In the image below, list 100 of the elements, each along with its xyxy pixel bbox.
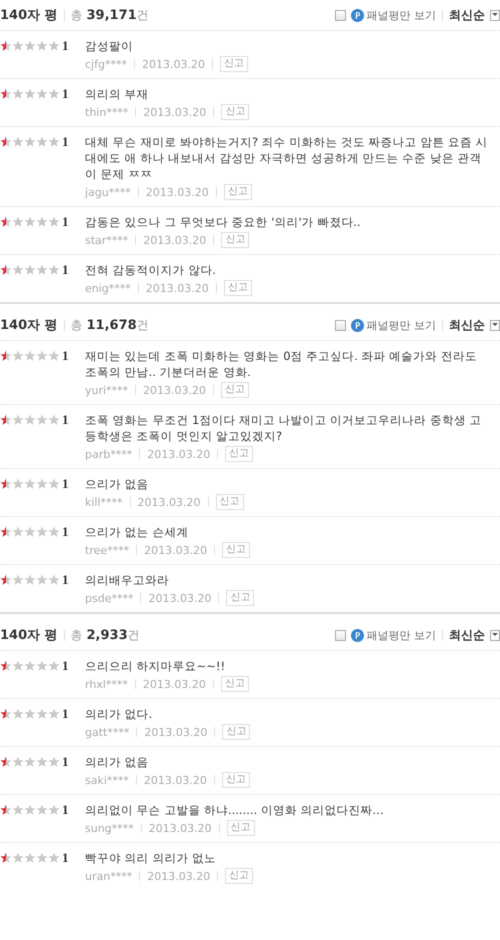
star-icon bbox=[24, 526, 36, 538]
report-button[interactable]: 신고 bbox=[224, 184, 252, 200]
star-icon bbox=[48, 350, 60, 362]
star-icon bbox=[0, 804, 12, 816]
review-date: 2013.03.20 bbox=[146, 184, 209, 200]
username: cjfg**** bbox=[85, 56, 127, 72]
star-icon bbox=[24, 756, 36, 768]
review-text: 대체 무슨 재미로 봐야하는거지? 죄수 미화하는 것도 짜증나고 암튼 요즘 시대에도 애 하나 내보내서 감성만 자극하면 성공하게 만드는 수준 낮은 관객이 문제 ㅉㅉ bbox=[85, 134, 489, 182]
report-button[interactable]: 신고 bbox=[221, 104, 250, 120]
report-button[interactable]: 신고 bbox=[221, 382, 250, 398]
dropdown-icon[interactable] bbox=[490, 630, 500, 640]
star-icon bbox=[0, 756, 12, 768]
username: rhxl**** bbox=[85, 676, 128, 692]
panel-filter-label[interactable]: 패널평만 보기 bbox=[366, 318, 436, 332]
star-icon bbox=[0, 264, 12, 276]
star-icon bbox=[12, 414, 24, 426]
review-text: 재미는 있는데 조폭 미화하는 영화는 0점 주고싶다. 좌파 예술가와 전라도 조폭의 만남.. 기분더러운 영화. bbox=[85, 348, 478, 380]
review-text: 빡꾸야 의리 의리가 없노 bbox=[85, 850, 217, 866]
review-text: 의리의 부재 bbox=[85, 86, 150, 102]
report-button[interactable]: 신고 bbox=[226, 820, 255, 836]
star-icon bbox=[36, 216, 48, 228]
review-date: 2013.03.20 bbox=[142, 676, 206, 692]
score: 1 bbox=[62, 262, 70, 279]
star-icon bbox=[0, 574, 12, 586]
report-button[interactable]: 신고 bbox=[221, 232, 250, 248]
username: parb**** bbox=[85, 446, 132, 462]
star-icon bbox=[24, 414, 36, 426]
review-text: 으리으리 하지마루요~~!! bbox=[85, 658, 226, 674]
star-icon bbox=[24, 478, 36, 490]
score: 1 bbox=[62, 524, 70, 541]
review-date: 2013.03.20 bbox=[143, 382, 206, 398]
score: 1 bbox=[62, 134, 70, 151]
star-icon bbox=[12, 136, 24, 148]
star-icon bbox=[36, 40, 48, 52]
star-icon bbox=[48, 40, 60, 52]
section-title: 140자 평 bbox=[0, 317, 58, 334]
report-button[interactable]: 신고 bbox=[222, 724, 250, 740]
checkbox[interactable] bbox=[334, 10, 346, 20]
report-button[interactable]: 신고 bbox=[220, 56, 248, 72]
review-text: 전혀 감동적이지가 않다. bbox=[85, 262, 217, 278]
report-button[interactable]: 신고 bbox=[224, 280, 252, 296]
review-date: 2013.03.20 bbox=[142, 56, 205, 72]
username: yuri**** bbox=[85, 382, 128, 398]
username: gatt**** bbox=[85, 724, 130, 740]
report-button[interactable]: 신고 bbox=[222, 772, 250, 788]
star-icon bbox=[0, 136, 12, 148]
sort-select[interactable]: 최신순 bbox=[449, 316, 485, 334]
username: uran**** bbox=[85, 868, 132, 884]
username: saki**** bbox=[85, 772, 129, 788]
review-date: 2013.03.20 bbox=[144, 724, 208, 740]
sort-select[interactable]: 최신순 bbox=[449, 6, 485, 24]
report-button[interactable]: 신고 bbox=[222, 542, 250, 558]
star-icon bbox=[0, 526, 12, 538]
total-count: 총 2,933건 bbox=[70, 626, 140, 644]
panel-filter-label[interactable]: 패널평만 보기 bbox=[366, 8, 436, 22]
username: star**** bbox=[85, 232, 128, 248]
score: 1 bbox=[62, 412, 70, 429]
star-icon bbox=[36, 350, 48, 362]
review-date: 2013.03.20 bbox=[138, 494, 201, 510]
star-icon bbox=[48, 526, 60, 538]
star-icon bbox=[12, 526, 24, 538]
username: tree**** bbox=[85, 542, 130, 558]
report-button[interactable]: 신고 bbox=[220, 676, 249, 692]
checkbox[interactable] bbox=[334, 630, 346, 640]
star-icon bbox=[36, 526, 48, 538]
star-icon bbox=[24, 350, 36, 362]
star-icon bbox=[24, 40, 36, 52]
dropdown-icon[interactable] bbox=[490, 10, 500, 20]
report-button[interactable]: 신고 bbox=[216, 494, 244, 510]
score: 1 bbox=[62, 38, 70, 55]
star-icon bbox=[0, 216, 12, 228]
star-icon bbox=[12, 478, 24, 490]
review-date: 2013.03.20 bbox=[143, 232, 206, 248]
star-icon bbox=[36, 414, 48, 426]
review-date: 2013.03.20 bbox=[147, 446, 210, 462]
star-icon bbox=[48, 852, 60, 864]
review-text: 의리가 없음 bbox=[85, 754, 150, 770]
star-icon bbox=[0, 414, 12, 426]
dropdown-icon[interactable] bbox=[490, 320, 500, 330]
report-button[interactable]: 신고 bbox=[225, 868, 254, 884]
total-count: 총 39,171건 bbox=[70, 6, 149, 24]
star-icon bbox=[12, 708, 24, 720]
review-text: 의리없이 무슨 고발을 하냐........ 이영화 의리없다진짜... bbox=[85, 802, 384, 818]
report-button[interactable]: 신고 bbox=[226, 590, 254, 606]
star-icon bbox=[12, 350, 24, 362]
star-icon bbox=[12, 756, 24, 768]
star-icon bbox=[12, 264, 24, 276]
panel-filter-label[interactable]: 패널평만 보기 bbox=[366, 628, 436, 642]
star-icon bbox=[24, 660, 36, 672]
score: 1 bbox=[62, 658, 70, 675]
star-icon bbox=[12, 574, 24, 586]
star-icon bbox=[36, 264, 48, 276]
score: 1 bbox=[62, 802, 70, 819]
checkbox[interactable] bbox=[334, 320, 346, 330]
report-button[interactable]: 신고 bbox=[225, 446, 254, 462]
sort-select[interactable]: 최신순 bbox=[449, 626, 485, 644]
star-icon bbox=[48, 414, 60, 426]
star-icon bbox=[24, 216, 36, 228]
username: psde**** bbox=[85, 590, 134, 606]
review-date: 2013.03.20 bbox=[144, 772, 207, 788]
